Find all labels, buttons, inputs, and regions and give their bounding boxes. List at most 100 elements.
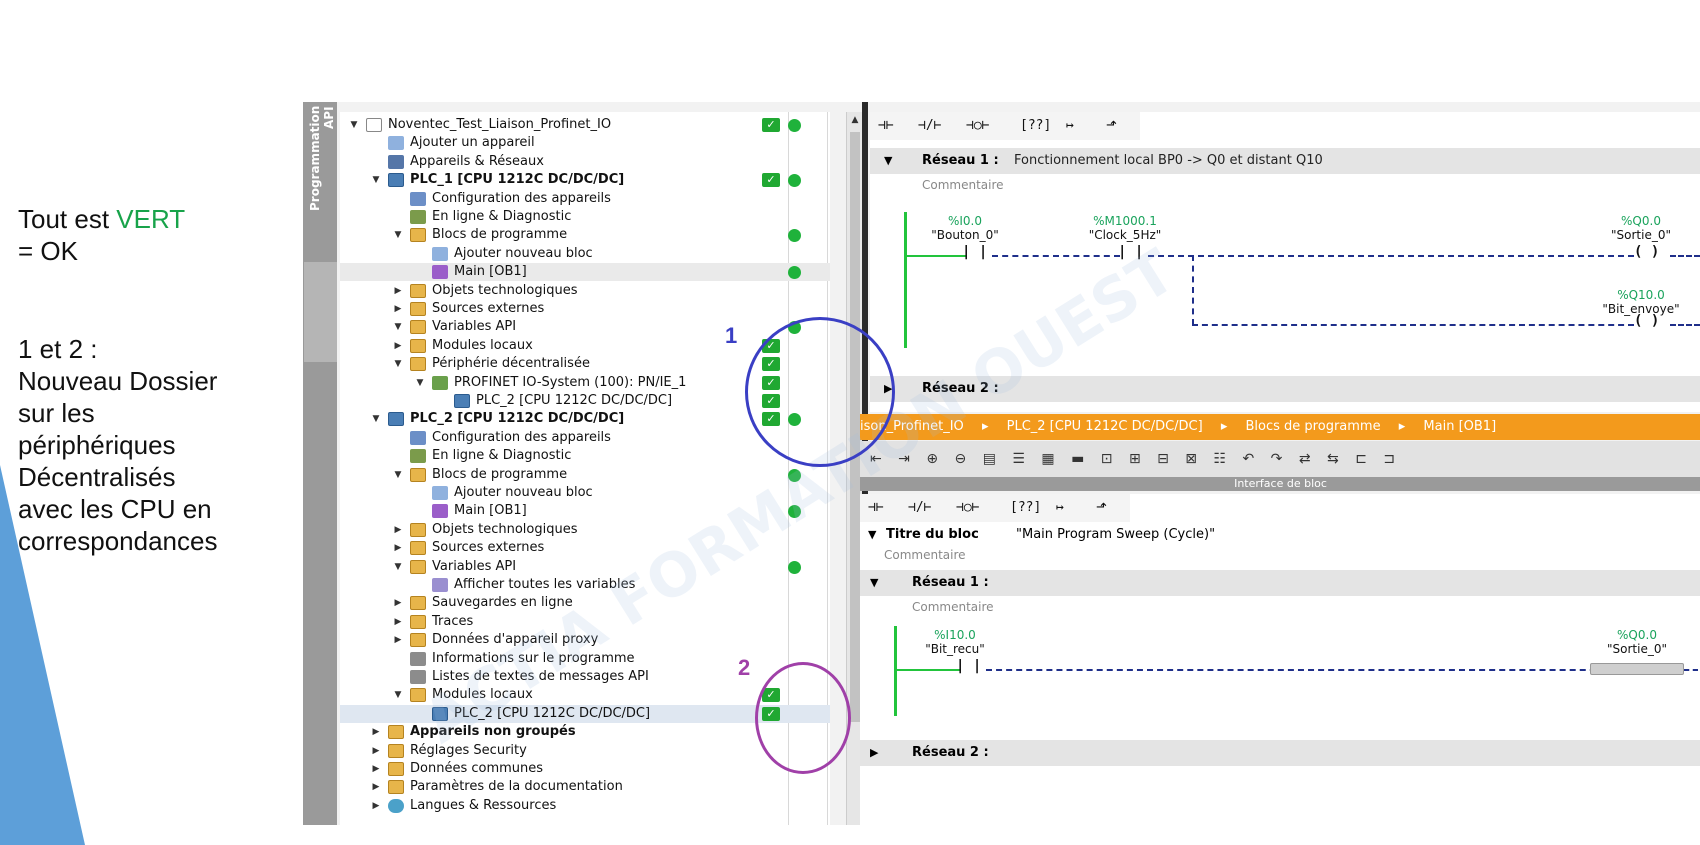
nc-contact-button[interactable]: ⊣/⊢ bbox=[918, 116, 941, 136]
tree-item[interactable]: ▶ Objets technologiques bbox=[340, 521, 830, 539]
contact-symbol[interactable]: "Bit_recu" bbox=[900, 642, 1010, 656]
tree-item[interactable]: ▶ Sources externes bbox=[340, 539, 830, 557]
breadcrumb-item[interactable]: Main [OB1] bbox=[1423, 419, 1496, 434]
tree-item[interactable]: ▼ PLC_1 [CPU 1212C DC/DC/DC] ✓ bbox=[340, 171, 830, 189]
expand-icon[interactable]: ▶ bbox=[370, 778, 382, 796]
collapse-icon[interactable]: ▼ bbox=[370, 410, 382, 428]
nc-contact-button[interactable]: ⊣/⊢ bbox=[908, 498, 931, 518]
tree-item[interactable]: ▶ Données d'appareil proxy bbox=[340, 631, 830, 649]
block-interface-bar[interactable]: Interface de bloc bbox=[860, 477, 1700, 491]
collapse-icon[interactable]: ▼ bbox=[392, 686, 404, 704]
block-title-row[interactable]: ▼ Titre du bloc "Main Program Sweep (Cyc… bbox=[860, 524, 1700, 546]
tree-item[interactable]: ▶ Données communes bbox=[340, 760, 830, 778]
close-branch-button[interactable]: ⬏ bbox=[1106, 116, 1117, 136]
open-branch-button[interactable]: ↦ bbox=[1056, 498, 1064, 518]
contact1-symbol[interactable]: "Bouton_0" bbox=[910, 228, 1020, 242]
tree-item[interactable]: En ligne & Diagnostic bbox=[340, 447, 830, 465]
tree-item[interactable]: ▼ Variables API bbox=[340, 558, 830, 576]
scroll-up-icon[interactable]: ▲ bbox=[849, 114, 861, 126]
expand-icon[interactable]: ▶ bbox=[392, 631, 404, 649]
coil-address[interactable]: %Q0.0 bbox=[1582, 628, 1692, 642]
no-contact-button[interactable]: ⊣⊢ bbox=[868, 498, 884, 518]
tree-item[interactable]: ▼ Noventec_Test_Liaison_Profinet_IO ✓ bbox=[340, 116, 830, 134]
tree-item[interactable]: ▶ Sources externes bbox=[340, 300, 830, 318]
coil1-address[interactable]: %Q0.0 bbox=[1586, 214, 1696, 228]
breadcrumb-item[interactable]: PLC_2 [CPU 1212C DC/DC/DC] bbox=[1007, 419, 1203, 434]
tree-item[interactable]: Informations sur le programme bbox=[340, 650, 830, 668]
tree-item[interactable]: Afficher toutes les variables bbox=[340, 576, 830, 594]
expand-icon[interactable]: ▶ bbox=[392, 521, 404, 539]
network1-header[interactable]: ▼ Réseau 1 : bbox=[860, 570, 1700, 596]
coil1-element[interactable]: ( ) bbox=[1634, 244, 1659, 260]
expand-icon[interactable]: ▶ bbox=[392, 282, 404, 300]
network2-header[interactable]: ▶ Réseau 2 : bbox=[860, 740, 1700, 766]
tree-item[interactable]: ▶ Traces bbox=[340, 613, 830, 631]
expand-icon[interactable]: ▶ bbox=[370, 723, 382, 741]
empty-box-button[interactable]: [??] bbox=[1010, 498, 1041, 518]
network1-header[interactable]: ▼ Réseau 1 : Fonctionnement local BP0 ->… bbox=[870, 148, 1700, 174]
contact-element[interactable]: | | bbox=[956, 658, 981, 674]
coil2-address[interactable]: %Q10.0 bbox=[1586, 288, 1696, 302]
collapse-icon[interactable]: ▼ bbox=[392, 318, 404, 336]
expand-icon[interactable]: ▶ bbox=[392, 337, 404, 355]
coil-element[interactable] bbox=[1590, 663, 1684, 675]
tree-item[interactable]: Ajouter nouveau bloc bbox=[340, 245, 830, 263]
collapse-icon[interactable]: ▼ bbox=[884, 148, 892, 174]
coil-button[interactable]: ⊣○⊢ bbox=[966, 116, 989, 136]
contact2-element[interactable]: | | bbox=[1118, 244, 1143, 260]
collapse-icon[interactable]: ▼ bbox=[370, 171, 382, 189]
tree-item[interactable]: ▶ Objets technologiques bbox=[340, 282, 830, 300]
tree-item[interactable]: Main [OB1] bbox=[340, 263, 830, 282]
block-comment[interactable]: Commentaire bbox=[884, 548, 966, 562]
expand-icon[interactable]: ▶ bbox=[370, 742, 382, 760]
block-editor-toolbar[interactable]: ⇤ ⇥ ⊕ ⊖ ▤ ☰ ▦ ▬ ⊡ ⊞ ⊟ ⊠ ☷ ↶ ↷ ⇄ ⇆ ⊏ ⊐ bbox=[860, 441, 1700, 477]
block-title-value[interactable]: "Main Program Sweep (Cycle)" bbox=[1016, 524, 1215, 546]
coil-button[interactable]: ⊣○⊢ bbox=[956, 498, 979, 518]
collapse-icon[interactable]: ▼ bbox=[348, 116, 360, 134]
coil-symbol[interactable]: "Sortie_0" bbox=[1582, 642, 1692, 656]
contact2-address[interactable]: %M1000.1 bbox=[1070, 214, 1180, 228]
no-contact-button[interactable]: ⊣⊢ bbox=[878, 116, 894, 136]
tree-item[interactable]: ▼ Blocs de programme bbox=[340, 226, 830, 244]
contact2-symbol[interactable]: "Clock_5Hz" bbox=[1070, 228, 1180, 242]
network2-header[interactable]: ▶ Réseau 2 : bbox=[870, 376, 1700, 402]
network-comment[interactable]: Commentaire bbox=[922, 178, 1004, 192]
collapse-icon[interactable]: ▼ bbox=[870, 570, 878, 596]
tree-item[interactable]: En ligne & Diagnostic bbox=[340, 208, 830, 226]
contact-address[interactable]: %I10.0 bbox=[900, 628, 1010, 642]
expand-icon[interactable]: ▶ bbox=[870, 740, 878, 766]
tree-item[interactable]: Ajouter nouveau bloc bbox=[340, 484, 830, 502]
tree-item[interactable]: ▶ Sauvegardes en ligne bbox=[340, 594, 830, 612]
tree-item[interactable]: Listes de textes de messages API bbox=[340, 668, 830, 686]
coil1-symbol[interactable]: "Sortie_0" bbox=[1586, 228, 1696, 242]
open-branch-button[interactable]: ↦ bbox=[1066, 116, 1074, 136]
breadcrumb-item[interactable]: Blocs de programme bbox=[1246, 419, 1381, 434]
expand-icon[interactable]: ▶ bbox=[392, 539, 404, 557]
expand-icon[interactable]: ▶ bbox=[392, 300, 404, 318]
coil2-element[interactable]: ( ) bbox=[1634, 313, 1659, 329]
collapse-icon[interactable]: ▼ bbox=[392, 558, 404, 576]
collapse-icon[interactable]: ▼ bbox=[414, 374, 426, 392]
expand-icon[interactable]: ▶ bbox=[370, 760, 382, 778]
tree-item[interactable]: ▶ Paramètres de la documentation bbox=[340, 778, 830, 796]
expand-icon[interactable]: ▶ bbox=[370, 797, 382, 815]
tree-item[interactable]: ▶ Réglages Security bbox=[340, 742, 830, 760]
expand-icon[interactable]: ▶ bbox=[392, 613, 404, 631]
tree-item[interactable]: ▼ Blocs de programme bbox=[340, 466, 830, 484]
tree-item[interactable]: Ajouter un appareil bbox=[340, 134, 830, 152]
tree-item[interactable]: Configuration des appareils bbox=[340, 190, 830, 208]
empty-box-button[interactable]: [??] bbox=[1020, 116, 1051, 136]
collapse-icon[interactable]: ▼ bbox=[392, 355, 404, 373]
collapse-icon[interactable]: ▼ bbox=[392, 226, 404, 244]
collapse-icon[interactable]: ▼ bbox=[868, 524, 876, 546]
vertical-tab-programming[interactable]: Programmation API bbox=[304, 102, 337, 825]
contact1-element[interactable]: | | bbox=[962, 244, 987, 260]
contact1-address[interactable]: %I0.0 bbox=[910, 214, 1020, 228]
close-branch-button[interactable]: ⬏ bbox=[1096, 498, 1107, 518]
network-comment[interactable]: Commentaire bbox=[912, 600, 994, 614]
tree-item[interactable]: ▶ Langues & Ressources bbox=[340, 797, 830, 815]
collapse-icon[interactable]: ▼ bbox=[392, 466, 404, 484]
expand-icon[interactable]: ▶ bbox=[392, 594, 404, 612]
tree-item[interactable]: Main [OB1] bbox=[340, 502, 830, 520]
tree-item[interactable]: ▼ Variables API bbox=[340, 318, 830, 336]
